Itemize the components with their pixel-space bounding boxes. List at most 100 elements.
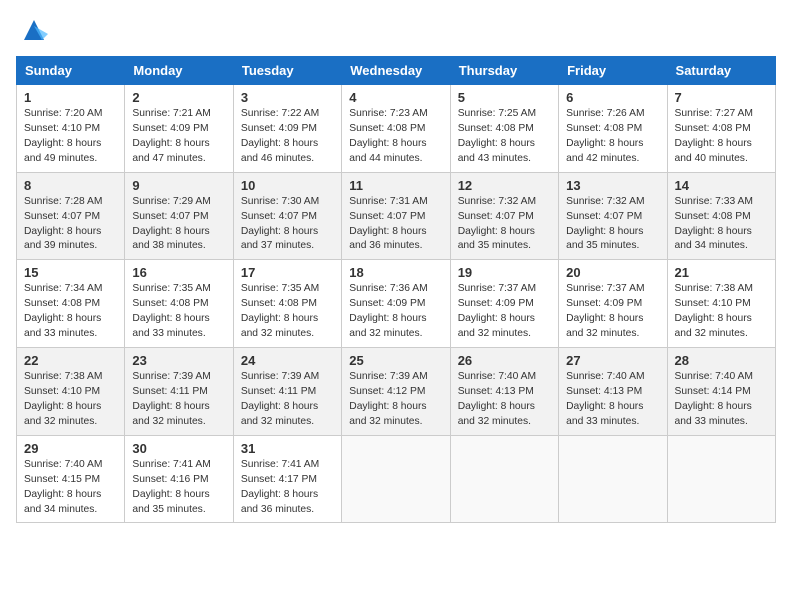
day-info: Sunrise: 7:29 AMSunset: 4:07 PMDaylight:…	[132, 195, 225, 255]
calendar-cell: 6 Sunrise: 7:26 AMSunset: 4:08 PMDayligh…	[559, 85, 667, 173]
calendar-cell: 31 Sunrise: 7:41 AMSunset: 4:17 PMDaylig…	[233, 435, 341, 523]
day-number: 11	[349, 178, 442, 193]
day-number: 15	[24, 265, 117, 280]
calendar-cell: 24 Sunrise: 7:39 AMSunset: 4:11 PMDaylig…	[233, 348, 341, 436]
calendar-cell: 5 Sunrise: 7:25 AMSunset: 4:08 PMDayligh…	[450, 85, 558, 173]
day-info: Sunrise: 7:32 AMSunset: 4:07 PMDaylight:…	[458, 195, 551, 255]
calendar-week-row: 29 Sunrise: 7:40 AMSunset: 4:15 PMDaylig…	[17, 435, 776, 523]
day-number: 28	[675, 353, 768, 368]
calendar-cell: 25 Sunrise: 7:39 AMSunset: 4:12 PMDaylig…	[342, 348, 450, 436]
calendar-cell: 21 Sunrise: 7:38 AMSunset: 4:10 PMDaylig…	[667, 260, 775, 348]
day-number: 23	[132, 353, 225, 368]
calendar-cell: 14 Sunrise: 7:33 AMSunset: 4:08 PMDaylig…	[667, 172, 775, 260]
day-number: 25	[349, 353, 442, 368]
calendar-cell	[559, 435, 667, 523]
day-info: Sunrise: 7:38 AMSunset: 4:10 PMDaylight:…	[675, 282, 768, 342]
day-info: Sunrise: 7:40 AMSunset: 4:13 PMDaylight:…	[566, 370, 659, 430]
calendar-cell	[667, 435, 775, 523]
day-number: 7	[675, 90, 768, 105]
day-info: Sunrise: 7:35 AMSunset: 4:08 PMDaylight:…	[132, 282, 225, 342]
calendar-cell: 15 Sunrise: 7:34 AMSunset: 4:08 PMDaylig…	[17, 260, 125, 348]
calendar-cell: 29 Sunrise: 7:40 AMSunset: 4:15 PMDaylig…	[17, 435, 125, 523]
day-info: Sunrise: 7:32 AMSunset: 4:07 PMDaylight:…	[566, 195, 659, 255]
day-info: Sunrise: 7:33 AMSunset: 4:08 PMDaylight:…	[675, 195, 768, 255]
page-header	[16, 16, 776, 44]
day-info: Sunrise: 7:40 AMSunset: 4:13 PMDaylight:…	[458, 370, 551, 430]
day-number: 24	[241, 353, 334, 368]
day-info: Sunrise: 7:27 AMSunset: 4:08 PMDaylight:…	[675, 107, 768, 167]
calendar-cell: 17 Sunrise: 7:35 AMSunset: 4:08 PMDaylig…	[233, 260, 341, 348]
day-number: 21	[675, 265, 768, 280]
calendar-cell	[342, 435, 450, 523]
day-info: Sunrise: 7:41 AMSunset: 4:16 PMDaylight:…	[132, 458, 225, 518]
day-number: 27	[566, 353, 659, 368]
weekday-header: Saturday	[667, 57, 775, 85]
calendar-cell: 22 Sunrise: 7:38 AMSunset: 4:10 PMDaylig…	[17, 348, 125, 436]
day-number: 31	[241, 441, 334, 456]
weekday-header: Friday	[559, 57, 667, 85]
calendar-cell: 9 Sunrise: 7:29 AMSunset: 4:07 PMDayligh…	[125, 172, 233, 260]
calendar-cell: 10 Sunrise: 7:30 AMSunset: 4:07 PMDaylig…	[233, 172, 341, 260]
calendar-cell: 1 Sunrise: 7:20 AMSunset: 4:10 PMDayligh…	[17, 85, 125, 173]
day-number: 18	[349, 265, 442, 280]
calendar-table: SundayMondayTuesdayWednesdayThursdayFrid…	[16, 56, 776, 523]
day-number: 9	[132, 178, 225, 193]
day-info: Sunrise: 7:40 AMSunset: 4:14 PMDaylight:…	[675, 370, 768, 430]
calendar-week-row: 8 Sunrise: 7:28 AMSunset: 4:07 PMDayligh…	[17, 172, 776, 260]
calendar-cell: 19 Sunrise: 7:37 AMSunset: 4:09 PMDaylig…	[450, 260, 558, 348]
calendar-cell: 28 Sunrise: 7:40 AMSunset: 4:14 PMDaylig…	[667, 348, 775, 436]
day-number: 6	[566, 90, 659, 105]
day-info: Sunrise: 7:38 AMSunset: 4:10 PMDaylight:…	[24, 370, 117, 430]
day-number: 13	[566, 178, 659, 193]
day-number: 16	[132, 265, 225, 280]
day-number: 3	[241, 90, 334, 105]
day-number: 26	[458, 353, 551, 368]
calendar-cell: 11 Sunrise: 7:31 AMSunset: 4:07 PMDaylig…	[342, 172, 450, 260]
day-number: 20	[566, 265, 659, 280]
calendar-week-row: 22 Sunrise: 7:38 AMSunset: 4:10 PMDaylig…	[17, 348, 776, 436]
calendar-cell: 13 Sunrise: 7:32 AMSunset: 4:07 PMDaylig…	[559, 172, 667, 260]
day-number: 1	[24, 90, 117, 105]
day-info: Sunrise: 7:25 AMSunset: 4:08 PMDaylight:…	[458, 107, 551, 167]
calendar-cell: 16 Sunrise: 7:35 AMSunset: 4:08 PMDaylig…	[125, 260, 233, 348]
weekday-header: Sunday	[17, 57, 125, 85]
day-info: Sunrise: 7:30 AMSunset: 4:07 PMDaylight:…	[241, 195, 334, 255]
day-number: 4	[349, 90, 442, 105]
day-info: Sunrise: 7:37 AMSunset: 4:09 PMDaylight:…	[566, 282, 659, 342]
day-info: Sunrise: 7:21 AMSunset: 4:09 PMDaylight:…	[132, 107, 225, 167]
calendar-header-row: SundayMondayTuesdayWednesdayThursdayFrid…	[17, 57, 776, 85]
calendar-cell	[450, 435, 558, 523]
calendar-cell: 27 Sunrise: 7:40 AMSunset: 4:13 PMDaylig…	[559, 348, 667, 436]
calendar-cell: 7 Sunrise: 7:27 AMSunset: 4:08 PMDayligh…	[667, 85, 775, 173]
weekday-header: Tuesday	[233, 57, 341, 85]
day-number: 8	[24, 178, 117, 193]
day-info: Sunrise: 7:23 AMSunset: 4:08 PMDaylight:…	[349, 107, 442, 167]
calendar-cell: 23 Sunrise: 7:39 AMSunset: 4:11 PMDaylig…	[125, 348, 233, 436]
calendar-cell: 2 Sunrise: 7:21 AMSunset: 4:09 PMDayligh…	[125, 85, 233, 173]
day-number: 29	[24, 441, 117, 456]
day-info: Sunrise: 7:35 AMSunset: 4:08 PMDaylight:…	[241, 282, 334, 342]
day-number: 30	[132, 441, 225, 456]
day-info: Sunrise: 7:20 AMSunset: 4:10 PMDaylight:…	[24, 107, 117, 167]
calendar-cell: 12 Sunrise: 7:32 AMSunset: 4:07 PMDaylig…	[450, 172, 558, 260]
day-info: Sunrise: 7:41 AMSunset: 4:17 PMDaylight:…	[241, 458, 334, 518]
day-number: 22	[24, 353, 117, 368]
weekday-header: Thursday	[450, 57, 558, 85]
day-info: Sunrise: 7:34 AMSunset: 4:08 PMDaylight:…	[24, 282, 117, 342]
day-number: 12	[458, 178, 551, 193]
day-number: 2	[132, 90, 225, 105]
day-info: Sunrise: 7:39 AMSunset: 4:11 PMDaylight:…	[241, 370, 334, 430]
calendar-cell: 8 Sunrise: 7:28 AMSunset: 4:07 PMDayligh…	[17, 172, 125, 260]
day-number: 5	[458, 90, 551, 105]
day-info: Sunrise: 7:22 AMSunset: 4:09 PMDaylight:…	[241, 107, 334, 167]
day-info: Sunrise: 7:28 AMSunset: 4:07 PMDaylight:…	[24, 195, 117, 255]
day-info: Sunrise: 7:37 AMSunset: 4:09 PMDaylight:…	[458, 282, 551, 342]
calendar-cell: 30 Sunrise: 7:41 AMSunset: 4:16 PMDaylig…	[125, 435, 233, 523]
weekday-header: Wednesday	[342, 57, 450, 85]
calendar-cell: 20 Sunrise: 7:37 AMSunset: 4:09 PMDaylig…	[559, 260, 667, 348]
day-info: Sunrise: 7:26 AMSunset: 4:08 PMDaylight:…	[566, 107, 659, 167]
logo-icon	[20, 16, 48, 44]
day-info: Sunrise: 7:39 AMSunset: 4:11 PMDaylight:…	[132, 370, 225, 430]
day-number: 14	[675, 178, 768, 193]
logo	[16, 16, 48, 44]
